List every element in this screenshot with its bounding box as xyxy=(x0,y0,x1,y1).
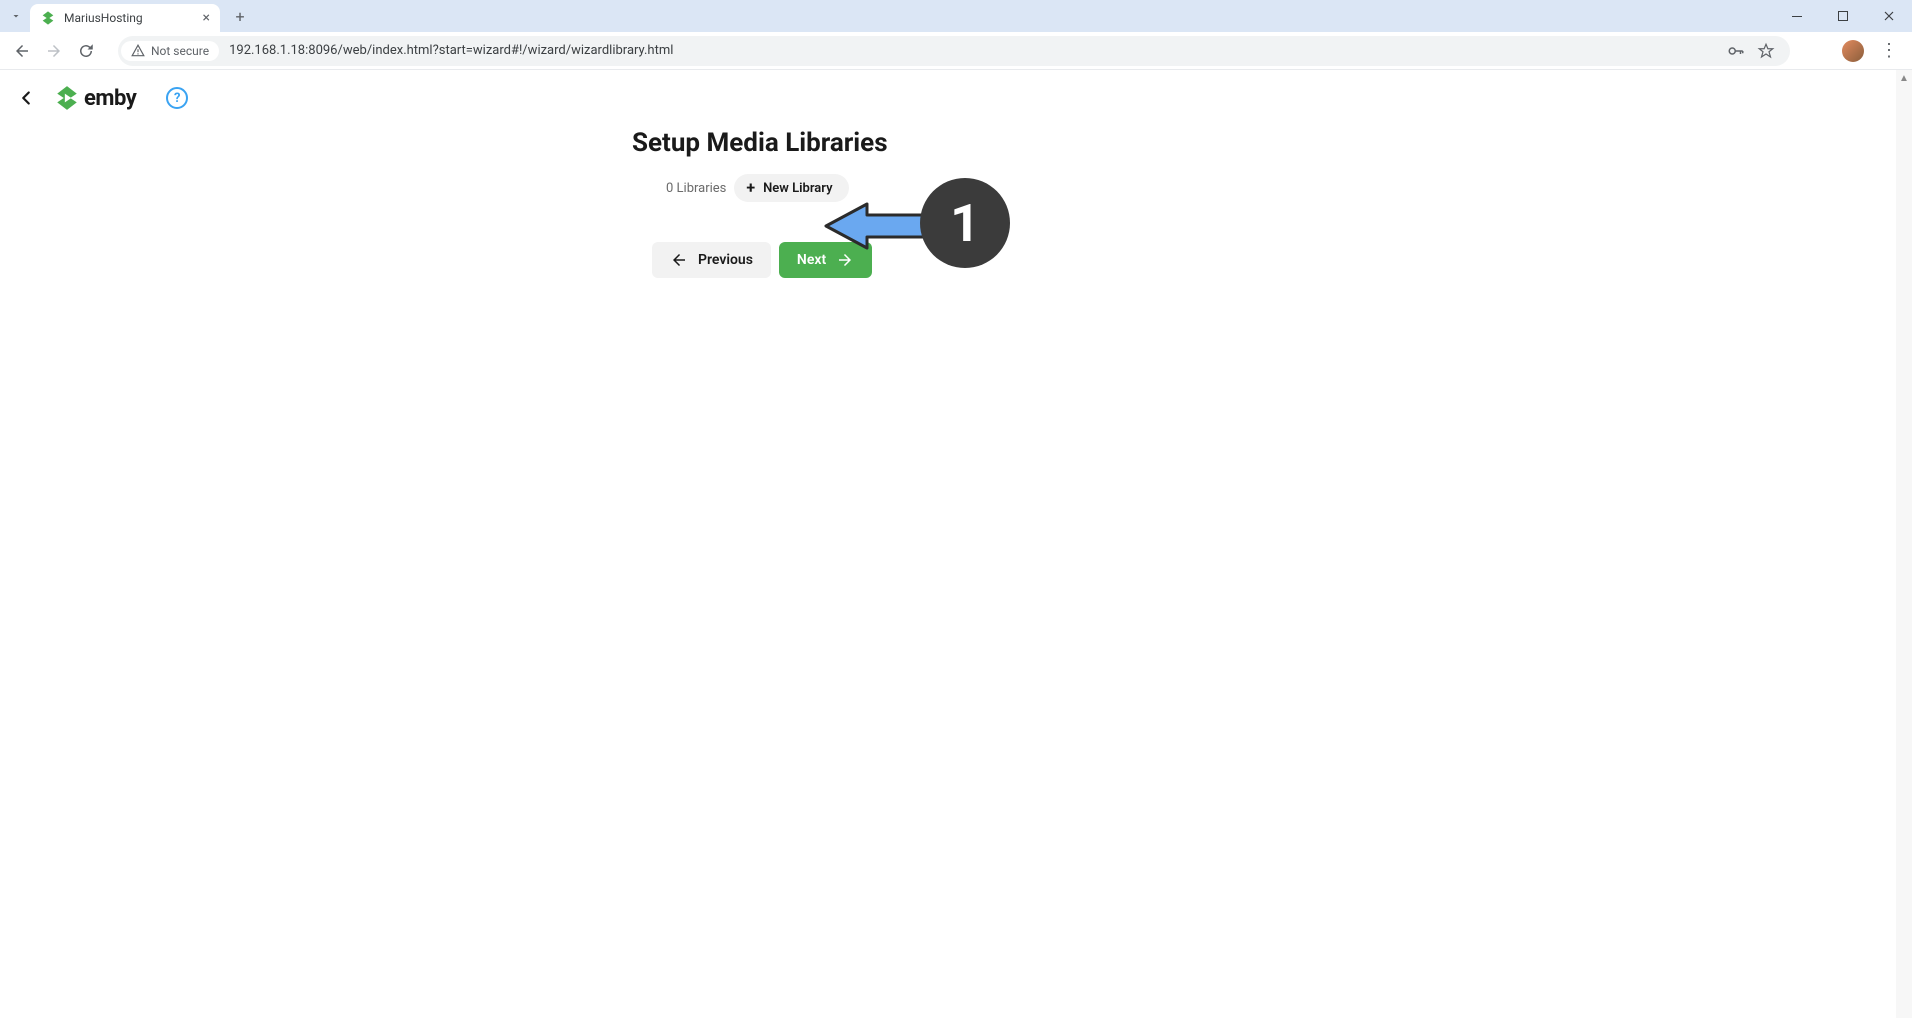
password-key-icon[interactable] xyxy=(1726,41,1746,61)
wizard-content: Setup Media Libraries 0 Libraries + New … xyxy=(632,128,1912,278)
arrow-left-icon xyxy=(670,251,688,269)
app-back-button[interactable] xyxy=(14,86,38,110)
scroll-up-icon[interactable]: ▲ xyxy=(1896,70,1912,86)
browser-toolbar: Not secure 192.168.1.18:8096/web/index.h… xyxy=(0,32,1912,70)
previous-label: Previous xyxy=(698,252,753,268)
help-icon[interactable]: ? xyxy=(166,87,188,109)
toolbar-right: ⋮ xyxy=(1804,40,1904,62)
minimize-button[interactable] xyxy=(1774,0,1820,32)
reload-button[interactable] xyxy=(72,37,100,65)
window-controls xyxy=(1774,0,1912,32)
new-library-label: New Library xyxy=(763,181,832,196)
tab-title: MariusHosting xyxy=(64,11,195,25)
emby-favicon-icon xyxy=(40,10,56,26)
tab-close-icon[interactable]: × xyxy=(203,11,210,25)
next-button[interactable]: Next xyxy=(779,242,872,278)
profile-avatar[interactable] xyxy=(1842,40,1864,62)
tabs-dropdown[interactable] xyxy=(6,2,26,30)
security-chip[interactable]: Not secure xyxy=(121,41,219,61)
back-button[interactable] xyxy=(8,37,36,65)
vertical-scrollbar[interactable]: ▲ xyxy=(1896,70,1912,1018)
emby-logo[interactable]: emby xyxy=(54,85,136,111)
url-text: 192.168.1.18:8096/web/index.html?start=w… xyxy=(229,43,673,58)
next-label: Next xyxy=(797,252,826,268)
new-tab-button[interactable]: + xyxy=(226,2,254,30)
browser-tab-strip: MariusHosting × + xyxy=(0,0,1912,32)
close-window-button[interactable] xyxy=(1866,0,1912,32)
app-header: emby ? xyxy=(0,70,1912,126)
warning-icon xyxy=(131,44,145,58)
library-count-label: 0 Libraries xyxy=(666,181,726,196)
emby-logo-icon xyxy=(54,85,80,111)
browser-tab[interactable]: MariusHosting × xyxy=(30,4,220,32)
page-title: Setup Media Libraries xyxy=(632,128,1912,158)
maximize-button[interactable] xyxy=(1820,0,1866,32)
app-content: emby ? Setup Media Libraries 0 Libraries… xyxy=(0,70,1912,278)
wizard-nav-row: Previous Next xyxy=(652,242,1912,278)
emby-logo-text: emby xyxy=(84,86,136,111)
not-secure-label: Not secure xyxy=(151,44,209,58)
arrow-right-icon xyxy=(836,251,854,269)
new-library-button[interactable]: + New Library xyxy=(734,174,848,202)
address-bar[interactable]: Not secure 192.168.1.18:8096/web/index.h… xyxy=(118,36,1790,66)
library-row: 0 Libraries + New Library xyxy=(666,174,1912,202)
chrome-menu-icon[interactable]: ⋮ xyxy=(1880,40,1898,61)
bookmark-star-icon[interactable] xyxy=(1756,41,1776,61)
plus-icon: + xyxy=(746,180,755,196)
forward-button[interactable] xyxy=(40,37,68,65)
previous-button[interactable]: Previous xyxy=(652,242,771,278)
